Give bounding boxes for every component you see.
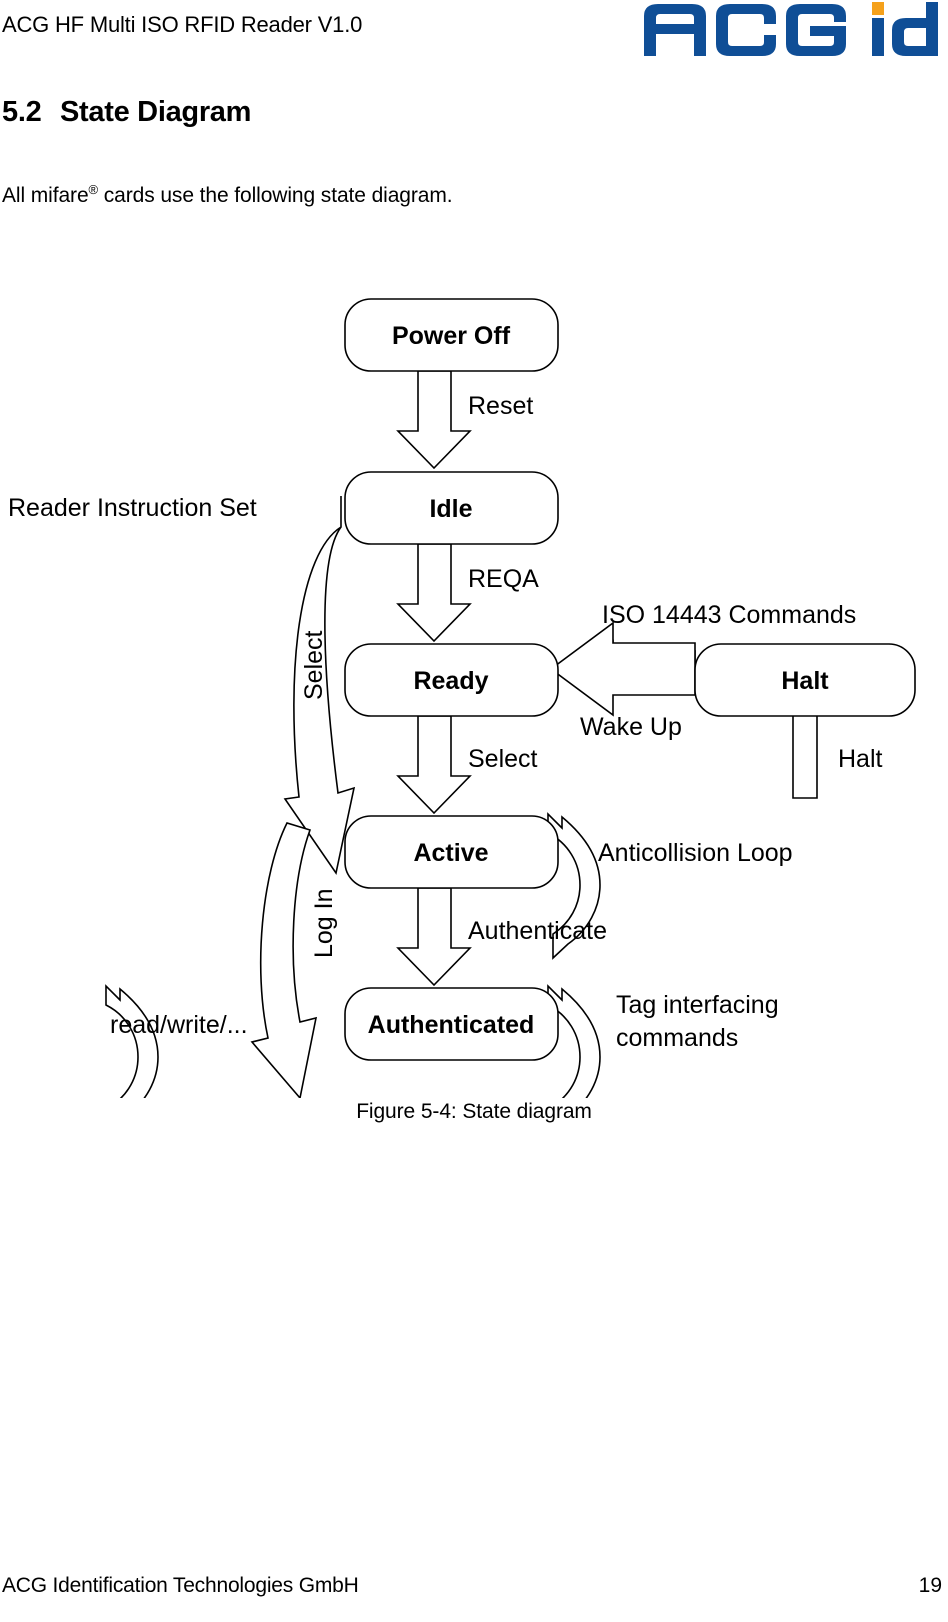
section-title: State Diagram: [60, 96, 252, 128]
intro-text-before: All mifare: [2, 184, 89, 207]
page-title: 5.2 State Diagram: [2, 96, 251, 129]
annotation-reader-instruction-set: Reader Instruction Set: [8, 494, 257, 522]
state-node-active: Active: [344, 815, 559, 889]
section-number: 5.2: [2, 96, 42, 128]
footer-company-name: ACG Identification Technologies GmbH: [2, 1574, 359, 1597]
annotation-read-write: read/write/...: [110, 1011, 248, 1039]
annotation-tag-interfacing-line1: Tag interfacing: [616, 991, 779, 1019]
page-footer: ACG Identification Technologies GmbH 19: [0, 1574, 948, 1608]
annotation-iso-commands: ISO 14443 Commands: [602, 601, 856, 629]
state-label-authenticated: Authenticated: [368, 1011, 535, 1039]
state-label-idle: Idle: [429, 495, 472, 523]
arrow-wake-up-body: [549, 621, 696, 717]
state-node-ready: Ready: [344, 643, 559, 717]
state-node-power-off: Power Off: [344, 298, 559, 372]
state-node-authenticated: Authenticated: [344, 987, 559, 1061]
intro-text-after: cards use the following state diagram.: [98, 184, 453, 207]
edge-label-select-up: Select: [300, 630, 328, 700]
footer-page-number: 19: [918, 1574, 942, 1597]
registered-mark: ®: [88, 182, 99, 197]
state-label-ready: Ready: [413, 667, 488, 695]
annotation-anticollision-loop: Anticollision Loop: [598, 839, 793, 867]
arrow-log-in-curved: [250, 822, 318, 1098]
acg-id-logo: [640, 2, 940, 58]
edge-label-reqa: REQA: [468, 565, 539, 593]
edge-label-select-down: Select: [468, 745, 538, 773]
page-header: ACG HF Multi ISO RFID Reader V1.0: [0, 0, 948, 66]
edge-label-wake-up: Wake Up: [580, 713, 682, 741]
state-label-halt: Halt: [781, 667, 829, 695]
state-diagram-figure: Power Off Idle Ready Active Authenticate…: [0, 268, 948, 1098]
arrow-read-write-loop: [105, 984, 159, 1098]
edge-label-log-in: Log In: [310, 888, 338, 958]
arrow-authenticate: [396, 887, 472, 987]
arrow-reqa: [396, 543, 472, 643]
state-node-idle: Idle: [344, 471, 559, 545]
edge-label-reset: Reset: [468, 392, 533, 420]
figure-caption: Figure 5-4: State diagram: [356, 1100, 592, 1123]
annotation-tag-interfacing-line2: commands: [616, 1024, 738, 1052]
arrow-reset: [396, 370, 472, 470]
intro-paragraph: All mifare® cards use the following stat…: [2, 182, 453, 208]
state-label-active: Active: [413, 839, 488, 867]
state-node-halt: Halt: [694, 643, 916, 717]
document-title: ACG HF Multi ISO RFID Reader V1.0: [2, 12, 363, 37]
arrow-select-down: [396, 715, 472, 815]
edge-label-halt-transition: Halt: [838, 745, 883, 773]
state-label-power-off: Power Off: [392, 322, 511, 350]
edge-label-authenticate: Authenticate: [468, 917, 607, 945]
